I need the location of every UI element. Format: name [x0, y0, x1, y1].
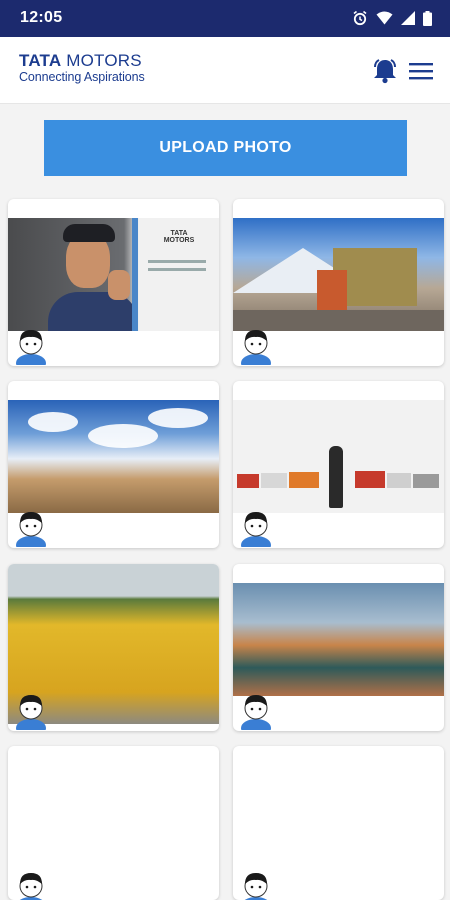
battery-icon: [423, 10, 432, 26]
user-avatar-icon: [241, 512, 271, 547]
brand-tagline: Connecting Aspirations: [19, 70, 145, 84]
user-avatar-icon: [16, 330, 46, 365]
user-avatar-icon: [241, 330, 271, 365]
app-header: TATA MOTORS Connecting Aspirations: [0, 37, 450, 104]
photo-card[interactable]: [8, 381, 219, 548]
bell-icon[interactable]: [371, 58, 399, 84]
photo-card[interactable]: [233, 199, 444, 366]
ad-logo-text: TATA MOTORS: [163, 230, 195, 244]
photo-tata-ad[interactable]: TATA MOTORS: [8, 218, 219, 331]
alarm-icon: [353, 10, 367, 26]
status-bar: 12:05: [0, 0, 450, 37]
photo-truck-fleet[interactable]: [233, 400, 444, 513]
brand-name: TATA MOTORS: [19, 51, 142, 70]
user-avatar-icon: [16, 512, 46, 547]
status-icons: [352, 10, 432, 26]
photo-card[interactable]: [233, 381, 444, 548]
user-avatar-icon: [16, 695, 46, 730]
photo-desert-fort[interactable]: [233, 583, 444, 696]
photo-card[interactable]: [233, 746, 444, 900]
tata-motors-logo: TATA MOTORS Connecting Aspirations: [19, 51, 145, 85]
photo-blue-sky-desert[interactable]: [8, 400, 219, 513]
photo-card[interactable]: [233, 564, 444, 731]
user-avatar-icon: [244, 873, 268, 900]
photo-card[interactable]: [8, 564, 219, 731]
hamburger-menu-icon[interactable]: [409, 61, 433, 81]
wifi-icon: [376, 11, 393, 25]
photo-card[interactable]: TATA MOTORS: [8, 199, 219, 366]
status-time: 12:05: [20, 9, 63, 26]
upload-photo-button[interactable]: UPLOAD PHOTO: [44, 120, 407, 176]
user-avatar-icon: [241, 695, 271, 730]
photo-truck-mountains[interactable]: [233, 218, 444, 331]
user-avatar-icon: [19, 873, 43, 900]
photo-card[interactable]: [8, 746, 219, 900]
signal-icon: [401, 11, 415, 25]
